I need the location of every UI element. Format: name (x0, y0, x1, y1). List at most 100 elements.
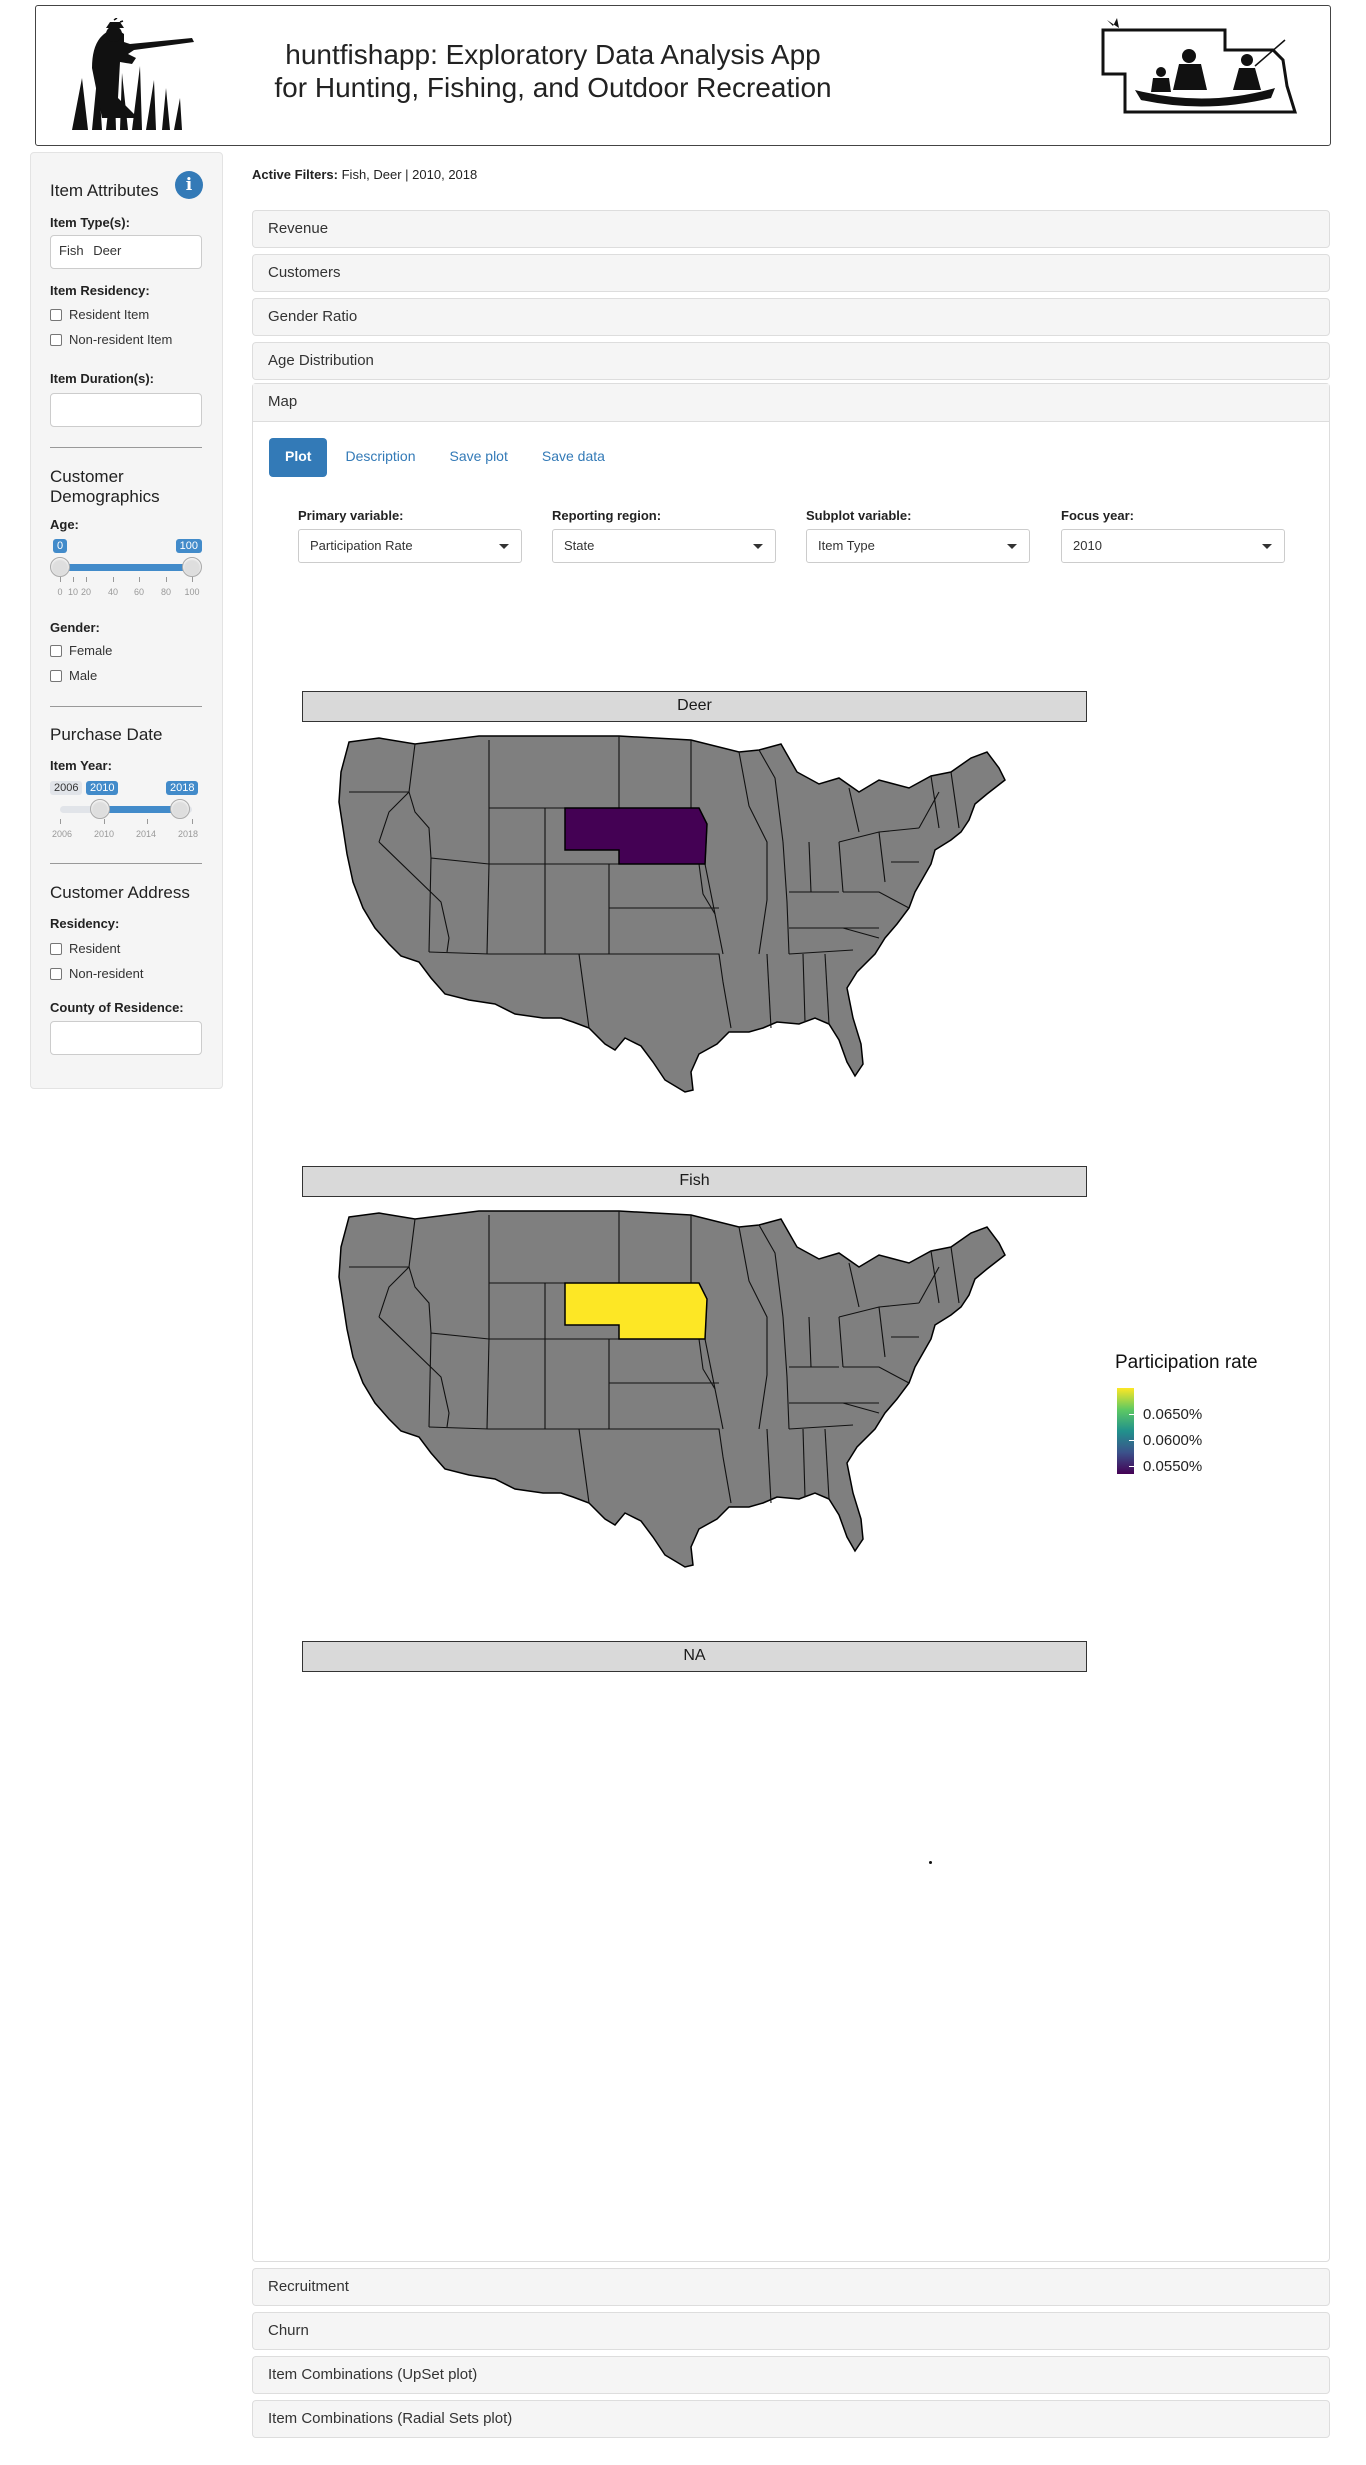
item-residency-label: Item Residency: (50, 283, 150, 298)
slider-handle-from[interactable] (90, 799, 110, 819)
checkbox-box[interactable] (50, 669, 62, 682)
slider-handle-to[interactable] (170, 799, 190, 819)
panel-churn[interactable]: Churn (252, 2312, 1330, 2350)
active-filters: Active Filters: Fish, Deer | 2010, 2018 (252, 167, 477, 182)
item-duration-input[interactable] (50, 393, 202, 427)
reporting-region-select[interactable]: State (552, 529, 776, 563)
slider-handle-max[interactable] (182, 557, 202, 577)
slider-fill (60, 564, 192, 571)
panel-gender-ratio[interactable]: Gender Ratio (252, 298, 1330, 336)
residency-label: Residency: (50, 916, 120, 931)
age-label: Age: (50, 517, 79, 532)
slider-tick-label: 2018 (177, 829, 199, 839)
female-checkbox[interactable]: Female (50, 643, 112, 658)
slider-tick-label: 20 (80, 587, 92, 597)
slider-ticks (60, 577, 193, 583)
county-label: County of Residence: (50, 1000, 184, 1015)
male-checkbox[interactable]: Male (50, 668, 97, 683)
slider-min-value: 0 (53, 539, 68, 553)
resident-item-checkbox[interactable]: Resident Item (50, 307, 149, 322)
slider-min-label: 2006 (50, 781, 83, 795)
slider-to-value: 2018 (166, 781, 199, 795)
primary-variable-select[interactable]: Participation Rate (298, 529, 522, 563)
control-label: Focus year: (1061, 508, 1134, 523)
facet-strip: NA (302, 1641, 1087, 1672)
divider (50, 863, 202, 864)
gender-label: Gender: (50, 620, 100, 635)
purchase-date-heading: Purchase Date (50, 725, 163, 744)
panel-revenue[interactable]: Revenue (252, 210, 1330, 248)
slider-ticks (60, 819, 193, 825)
map-tabs: Plot Description Save plot Save data (269, 438, 623, 477)
panel-customers[interactable]: Customers (252, 254, 1330, 292)
item-attributes-heading: Item Attributes (50, 181, 159, 200)
checkbox-box[interactable] (50, 942, 62, 955)
tab-save-data[interactable]: Save data (526, 438, 621, 477)
slider-tick-label: 2010 (93, 829, 115, 839)
resident-checkbox[interactable]: Resident (50, 941, 120, 956)
checkbox-box[interactable] (50, 308, 62, 321)
customer-demographics-heading: Customer Demographics (50, 467, 160, 506)
facet-strip: Deer (302, 691, 1087, 722)
slider-max-value: 100 (175, 539, 202, 553)
checkbox-label: Resident Item (69, 307, 150, 322)
focus-year-select[interactable]: 2010 (1061, 529, 1285, 563)
active-filters-label: Active Filters: (252, 167, 338, 182)
control-label: Primary variable: (298, 508, 404, 523)
slider-tick-label: 2014 (135, 829, 157, 839)
divider (50, 447, 202, 448)
slider-tick-label: 40 (107, 587, 119, 597)
map-fish (338, 1210, 1006, 1568)
checkbox-label: Female (69, 643, 113, 658)
us-outline (338, 735, 1006, 1093)
non-resident-checkbox[interactable]: Non-resident (50, 966, 143, 981)
county-input[interactable] (50, 1021, 202, 1055)
map-deer (338, 735, 1006, 1093)
item-duration-label: Item Duration(s): (50, 371, 154, 386)
item-type-chip[interactable]: Fish (59, 243, 84, 258)
slider-tick-label: 2006 (51, 829, 73, 839)
age-range-slider[interactable]: 0 100 0 10 20 40 60 80 100 (50, 539, 202, 601)
app-header: huntfishapp: Exploratory Data Analysis A… (35, 5, 1331, 146)
item-year-label: Item Year: (50, 758, 112, 773)
item-types-label: Item Type(s): (50, 215, 130, 230)
nebraska-boat-fishing-icon (1101, 18, 1298, 114)
subplot-variable-select[interactable]: Item Type (806, 529, 1030, 563)
primary-variable-control: Primary variable: Participation Rate (298, 508, 522, 563)
legend-title: Participation rate (1115, 1352, 1258, 1373)
active-filters-value: Fish, Deer | 2010, 2018 (341, 167, 478, 182)
checkbox-box[interactable] (50, 967, 62, 980)
facet-strip: Fish (302, 1166, 1087, 1197)
tab-description[interactable]: Description (329, 438, 431, 477)
reporting-region-control: Reporting region: State (552, 508, 776, 563)
tab-save-plot[interactable]: Save plot (433, 438, 523, 477)
subplot-variable-control: Subplot variable: Item Type (806, 508, 1030, 563)
tab-plot[interactable]: Plot (269, 438, 328, 477)
info-icon[interactable]: i (175, 171, 203, 199)
item-year-slider[interactable]: 2006 2010 2018 2006 2010 2014 2018 (50, 781, 202, 843)
panel-recruitment[interactable]: Recruitment (252, 2268, 1330, 2306)
checkbox-label: Non-resident Item (69, 332, 173, 347)
non-resident-item-checkbox[interactable]: Non-resident Item (50, 332, 172, 347)
item-type-chip[interactable]: Deer (93, 243, 121, 258)
panel-age-distribution[interactable]: Age Distribution (252, 342, 1330, 380)
slider-tick-label: 100 (184, 587, 200, 597)
checkbox-box[interactable] (50, 333, 62, 346)
panel-item-combinations-upset[interactable]: Item Combinations (UpSet plot) (252, 2356, 1330, 2394)
slider-tick-label: 10 (67, 587, 79, 597)
control-label: Reporting region: (552, 508, 662, 523)
checkbox-label: Male (69, 668, 98, 683)
panel-map-heading[interactable]: Map (253, 384, 1329, 422)
divider (50, 706, 202, 707)
checkbox-label: Resident (69, 941, 121, 956)
control-label: Subplot variable: (806, 508, 912, 523)
slider-tick-label: 80 (160, 587, 172, 597)
checkbox-box[interactable] (50, 644, 62, 657)
item-types-input[interactable]: Fish Deer (50, 235, 202, 269)
slider-tick-label: 60 (133, 587, 145, 597)
panel-item-combinations-radial[interactable]: Item Combinations (Radial Sets plot) (252, 2400, 1330, 2438)
slider-handle-min[interactable] (50, 557, 70, 577)
slider-from-value: 2010 (86, 781, 119, 795)
checkbox-label: Non-resident (69, 966, 144, 981)
map-legend: Participation rate 0.0650% 0.0600% 0.055… (1115, 1352, 1258, 1475)
